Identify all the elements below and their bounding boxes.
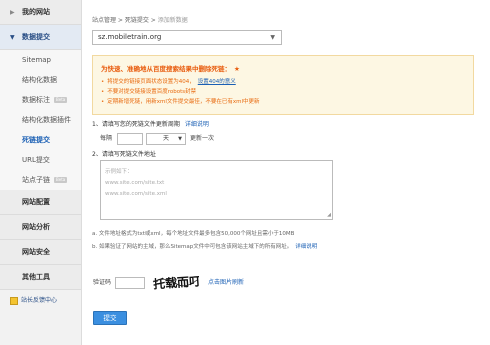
notice-box: 为快速、准确地从百度搜索结果中删除死链： ★ • 将提交的链接页面状态设置为404，… (92, 55, 474, 115)
sidebar-section-label: 其他工具 (22, 273, 50, 281)
star-icon: ★ (234, 65, 240, 73)
sidebar-item-sitemap[interactable]: Sitemap (0, 50, 81, 70)
note-b-help-link[interactable]: 详细说明 (295, 244, 317, 250)
site-select[interactable]: sz.mobiletrain.org ▼ (92, 30, 282, 45)
feedback-center-link[interactable]: 站长反馈中心 (0, 290, 81, 312)
notice-item: • 将提交的链接页面状态设置为404， 设置404的意义 (101, 77, 473, 87)
main-content: 站点管理 > 死链提交 > 添加新数据 sz.mobiletrain.org ▼… (90, 0, 490, 345)
feedback-label: 站长反馈中心 (21, 297, 58, 304)
interval-unit-value: 天 (163, 134, 170, 142)
interval-suffix: 更新一次 (190, 135, 215, 142)
feedback-icon (10, 296, 18, 305)
captcha-input[interactable] (115, 277, 145, 289)
note-a: a. 文件地址格式为txt或xml，每个地址文件最多包含50,000个网址且需小… (92, 231, 295, 237)
beta-badge: Beta (54, 177, 68, 183)
captcha-refresh-link[interactable]: 点击图片刷新 (208, 275, 244, 291)
step1-label: 1、请填写您的死链文件更新周期 (92, 121, 180, 128)
submit-button[interactable]: 提交 (93, 311, 127, 325)
chevron-down-icon: ▼ (178, 135, 183, 142)
sidebar-item-structured-plugin[interactable]: 结构化数据插件 (0, 110, 81, 130)
step1-help-link[interactable]: 详细说明 (185, 121, 209, 128)
sidebar-item-label: 结构化数据插件 (22, 116, 71, 124)
notice-item: • 定期新增死链，用新xml文件提交最佳，不要在已有xml中更新 (101, 97, 473, 107)
sidebar-data-submit[interactable]: ▼ 数据提交 (0, 25, 81, 50)
sidebar-data-submit-label: 数据提交 (22, 33, 50, 41)
notice-item-text: 定期新增死链，用新xml文件提交最佳，不要在已有xml中更新 (107, 99, 260, 105)
sidebar-item-dead-link-submit[interactable]: 死链提交 (0, 130, 81, 150)
notice-item-text: 不要对提交链接设置百度robots封禁 (107, 89, 197, 95)
breadcrumb: 站点管理 > 死链提交 > 添加新数据 (92, 15, 188, 24)
sidebar-item-label: 站点子链 (22, 176, 50, 184)
notes: a. 文件地址格式为txt或xml，每个地址文件最多包含50,000个网址且需小… (92, 228, 317, 254)
notice-item-text: 将提交的链接页面状态设置为404， (107, 79, 195, 85)
step1-heading: 1、请填写您的死链文件更新周期 详细说明 (92, 119, 209, 128)
sidebar-item-label: 结构化数据 (22, 76, 57, 84)
notice-title: 为快速、准确地从百度搜索结果中删除死链： ★ (101, 63, 473, 73)
placeholder-line: 示例如下： (105, 169, 133, 175)
sidebar-item-data-annotation[interactable]: 数据标注 Beta (0, 90, 81, 110)
notice-link-404[interactable]: 设置404的意义 (198, 79, 236, 85)
interval-prefix: 每隔 (100, 135, 113, 142)
sidebar-my-site[interactable]: ▶ 我的网站 (0, 0, 81, 25)
sidebar-site-security[interactable]: 网站安全 (0, 240, 81, 265)
bullet-icon: • (101, 89, 105, 95)
notice-title-text: 为快速、准确地从百度搜索结果中删除死链： (101, 65, 231, 73)
sidebar-site-config[interactable]: 网站配置 (0, 190, 81, 215)
notice-item: • 不要对提交链接设置百度robots封禁 (101, 87, 473, 97)
breadcrumb-root[interactable]: 站点管理 (92, 17, 116, 24)
sidebar-my-site-label: 我的网站 (22, 8, 50, 16)
breadcrumb-current: 添加新数据 (157, 17, 188, 24)
sidebar-item-label: 数据标注 (22, 96, 50, 104)
sidebar-item-url-submit[interactable]: URL提交 (0, 150, 81, 170)
step2-label: 2、请填写死链文件地址 (92, 151, 156, 158)
interval-row: 每隔天 ▼ 更新一次 (100, 132, 214, 146)
chevron-right-icon: ▶ (10, 9, 15, 16)
sidebar-item-label: URL提交 (22, 156, 50, 164)
chevron-down-icon: ▼ (270, 34, 275, 41)
interval-unit-select[interactable]: 天 ▼ (146, 132, 187, 145)
breadcrumb-separator: > (148, 17, 158, 24)
note-b: b. 如果验证了网站的主域，那么Sitemap文件中可包含该网站主域下的所有网址… (92, 244, 293, 250)
site-select-value: sz.mobiletrain.org (98, 33, 162, 41)
sidebar: ▶ 我的网站 ▼ 数据提交 Sitemap 结构化数据 数据标注 Beta 结构化… (0, 0, 82, 345)
sidebar-site-analysis[interactable]: 网站分析 (0, 215, 81, 240)
breadcrumb-separator: > (116, 17, 125, 24)
sidebar-section-label: 网站分析 (22, 223, 50, 231)
step2-heading: 2、请填写死链文件地址 (92, 149, 156, 158)
bullet-icon: • (101, 99, 105, 105)
notice-list: • 将提交的链接页面状态设置为404， 设置404的意义 • 不要对提交链接设置百度r… (101, 77, 473, 107)
placeholder-line: www.site.com/site.xml (105, 191, 167, 197)
sidebar-other-tools[interactable]: 其他工具 (0, 265, 81, 290)
sidebar-item-label: 死链提交 (22, 136, 50, 144)
beta-badge: Beta (54, 97, 68, 103)
bullet-icon: • (101, 79, 105, 85)
chevron-down-icon: ▼ (10, 34, 15, 41)
interval-number-input[interactable] (117, 132, 144, 145)
sidebar-item-site-sublinks[interactable]: 站点子链 Beta (0, 170, 81, 190)
resize-handle-icon[interactable]: ◢ (327, 212, 331, 218)
breadcrumb-parent[interactable]: 死链提交 (125, 17, 149, 24)
captcha-label: 验证码 (93, 279, 112, 286)
sidebar-item-label: Sitemap (22, 56, 51, 64)
sidebar-item-structured-data[interactable]: 结构化数据 (0, 70, 81, 90)
captcha-row: 验证码 托载而叮 点击图片刷新 (93, 270, 244, 292)
sidebar-section-label: 网站配置 (22, 198, 50, 206)
sidebar-section-label: 网站安全 (22, 248, 50, 256)
captcha-image[interactable]: 托载而叮 (151, 270, 199, 292)
placeholder-line: www.site.com/site.txt (105, 180, 165, 186)
dead-link-file-textarea[interactable]: 示例如下： www.site.com/site.txt www.site.com… (100, 160, 333, 220)
